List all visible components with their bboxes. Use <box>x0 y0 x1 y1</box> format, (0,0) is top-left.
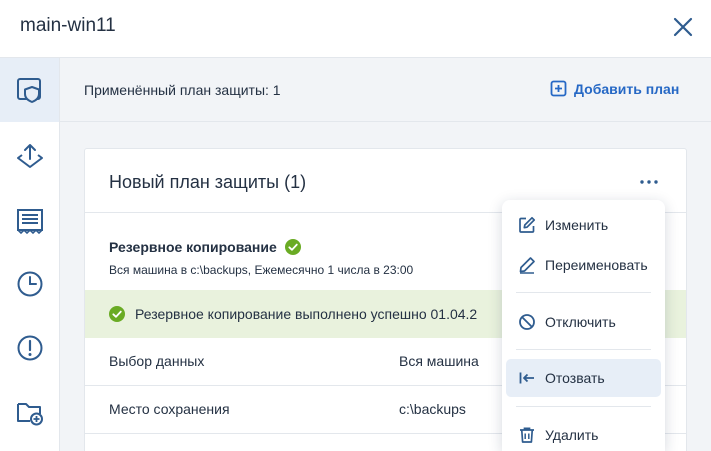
add-plan-label: Добавить план <box>574 80 680 97</box>
sidebar-item-add-folder[interactable] <box>0 380 59 444</box>
trash-icon <box>520 427 534 443</box>
more-icon <box>640 180 658 184</box>
detail-key: Выбор данных <box>109 353 205 369</box>
success-icon <box>109 306 125 322</box>
menu-item-label: Отозвать <box>545 370 605 386</box>
check-circle-icon <box>284 239 301 255</box>
menu-item-rename[interactable]: Переименовать <box>506 246 661 284</box>
plans-toolbar: Применённый план защиты: 1 Добавить план <box>60 58 711 122</box>
more-actions-button[interactable] <box>637 173 661 191</box>
detail-key: Место сохранения <box>109 401 230 417</box>
backup-title-text: Резервное копирование <box>109 239 277 255</box>
menu-item-label: Изменить <box>545 217 609 233</box>
sidebar-item-alerts[interactable] <box>0 316 59 380</box>
applied-plan-count: Применённый план защиты: 1 <box>84 82 281 98</box>
backup-description: Вся машина в c:\backups, Ежемесячно 1 чи… <box>109 263 414 277</box>
backup-status-text: Резервное копирование выполнено успешно … <box>135 306 478 322</box>
detail-value: c:\backups <box>399 401 466 417</box>
menu-item-label: Переименовать <box>545 257 648 273</box>
add-plan-button[interactable]: Добавить план <box>550 80 679 97</box>
close-icon <box>673 17 693 37</box>
sidebar <box>0 58 60 451</box>
sidebar-item-deploy[interactable] <box>0 124 59 188</box>
shield-icon <box>16 78 41 103</box>
sidebar-item-protection[interactable] <box>0 58 59 122</box>
folder-add-icon <box>16 403 43 426</box>
plan-title: Новый план защиты (1) <box>109 172 307 192</box>
plus-square-icon <box>550 80 567 97</box>
window-header: main-win11 <box>0 0 711 58</box>
menu-item-disable[interactable]: Отключить <box>506 303 661 341</box>
detail-value: Вся машина <box>399 353 479 369</box>
menu-separator <box>516 406 651 407</box>
sidebar-item-schedule[interactable] <box>0 252 59 316</box>
close-button[interactable] <box>669 13 697 41</box>
menu-separator <box>516 292 651 293</box>
menu-item-delete[interactable]: Удалить <box>506 416 661 451</box>
sidebar-item-reports[interactable] <box>0 188 59 252</box>
menu-item-label: Отключить <box>545 314 616 330</box>
revoke-icon <box>519 372 534 384</box>
menu-separator <box>516 349 651 350</box>
deploy-icon <box>16 144 43 168</box>
menu-item-revoke[interactable]: Отозвать <box>506 359 661 397</box>
clock-icon <box>17 271 42 297</box>
menu-item-edit[interactable]: Изменить <box>506 206 661 244</box>
pencil-icon <box>519 257 535 274</box>
window-title: main-win11 <box>20 15 116 36</box>
report-icon <box>16 209 43 235</box>
plan-actions-menu: Изменить Переименовать Отключить Отозват… <box>502 200 665 451</box>
backup-section-title: Резервное копирование <box>109 239 301 255</box>
disable-icon <box>519 314 535 330</box>
edit-icon <box>519 216 536 233</box>
menu-item-label: Удалить <box>545 427 599 443</box>
alert-icon <box>17 335 42 361</box>
